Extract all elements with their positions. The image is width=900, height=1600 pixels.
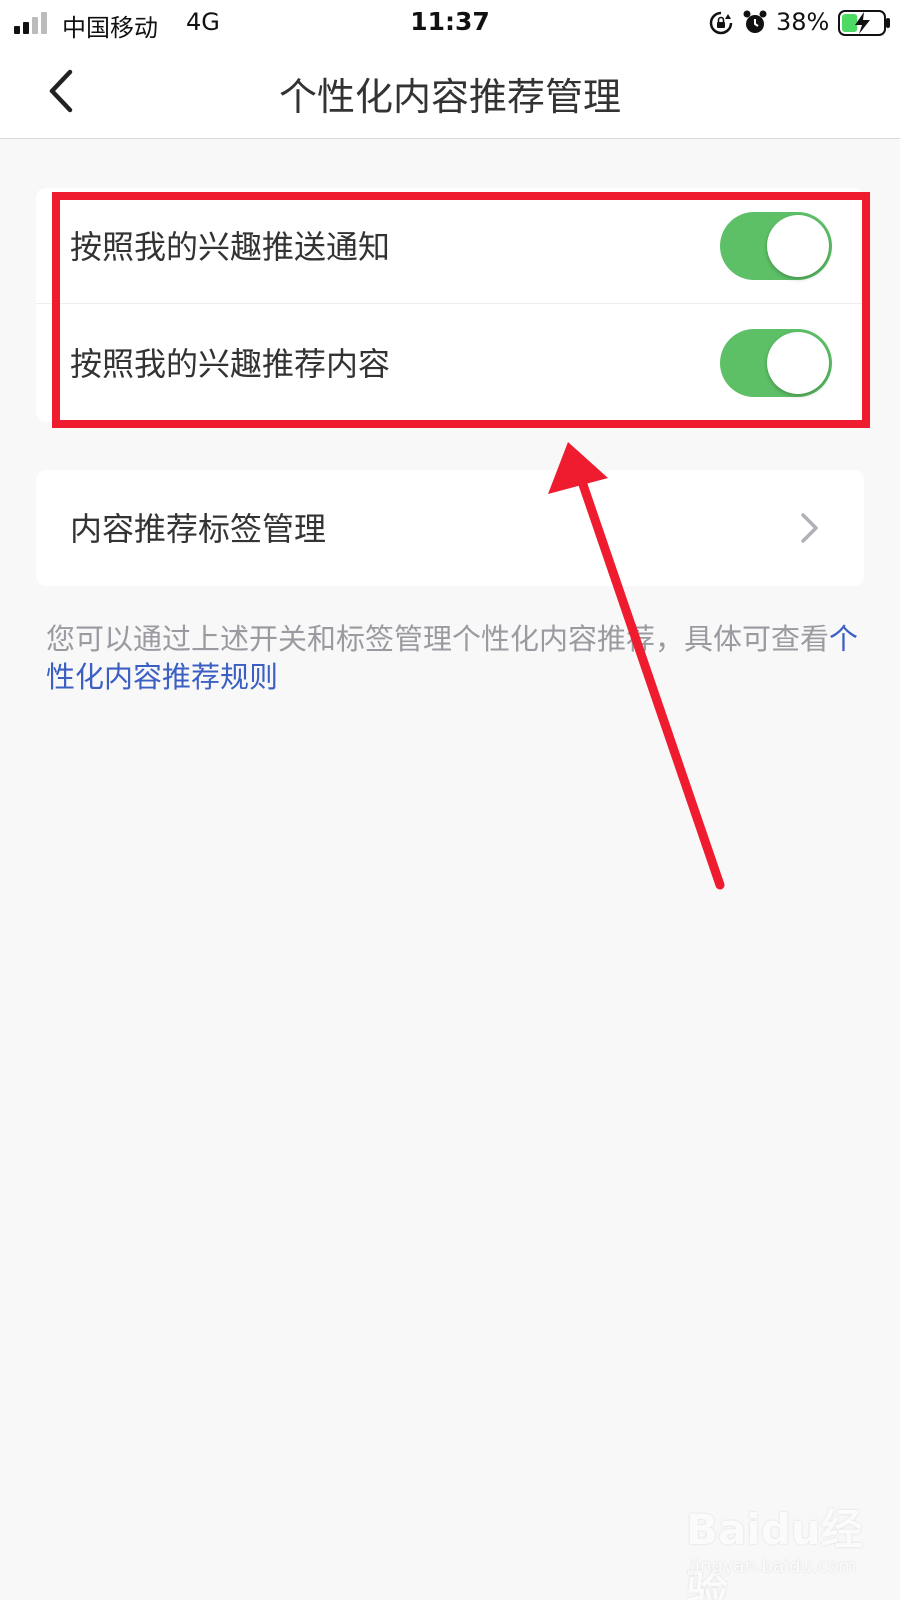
toggle-label: 按照我的兴趣推送通知 xyxy=(70,228,391,266)
battery-percent: 38% xyxy=(776,8,830,36)
battery-charging-icon xyxy=(838,10,890,36)
watermark: Baidu经验 jingyan.baidu.com xyxy=(686,1490,886,1600)
alarm-icon xyxy=(743,10,767,33)
tag-management-label: 内容推荐标签管理 xyxy=(70,510,327,548)
toggle-row-notifications: 按照我的兴趣推送通知 xyxy=(36,188,864,304)
toggle-knob xyxy=(767,215,829,277)
toggle-row-content: 按照我的兴趣推荐内容 xyxy=(36,305,864,421)
navigation-bar: 个性化内容推荐管理 xyxy=(0,44,900,139)
interest-notification-toggle[interactable] xyxy=(720,212,832,280)
page-title: 个性化内容推荐管理 xyxy=(278,75,621,119)
tag-management-item[interactable]: 内容推荐标签管理 xyxy=(36,470,864,586)
explanation-note: 您可以通过上述开关和标签管理个性化内容推荐，具体可查看个性化内容推荐规则 xyxy=(46,620,866,696)
watermark-logo: Baidu经验 xyxy=(686,1505,863,1600)
note-text: 您可以通过上述开关和标签管理个性化内容推荐，具体可查看 xyxy=(46,622,830,656)
interest-content-toggle[interactable] xyxy=(720,329,832,397)
rotation-lock-icon xyxy=(709,11,733,35)
watermark-url: jingyan.baidu.com xyxy=(690,1556,857,1577)
toggle-knob xyxy=(767,332,829,394)
status-bar: 中国移动 4G 11:37 38% xyxy=(0,0,900,44)
chevron-right-icon xyxy=(801,513,818,543)
toggle-label: 按照我的兴趣推荐内容 xyxy=(70,345,391,383)
recommendation-toggles-card: 按照我的兴趣推送通知 按照我的兴趣推荐内容 xyxy=(36,188,864,422)
